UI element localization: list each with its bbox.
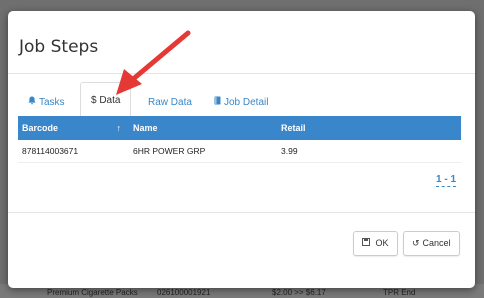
sort-ascending-icon: ↑ xyxy=(116,123,122,133)
undo-icon: ↺ xyxy=(412,238,420,248)
column-header-barcode[interactable]: Barcode ↑ xyxy=(18,116,129,140)
tab-job-detail[interactable]: Job Detail xyxy=(214,88,268,117)
column-label: Barcode xyxy=(22,123,59,133)
tab-label: Tasks xyxy=(39,97,65,108)
bell-icon xyxy=(28,88,36,117)
modal-title: Job Steps xyxy=(19,37,99,57)
background-cell: TPR End xyxy=(383,288,416,297)
background-cell: 026100001921 xyxy=(157,288,211,297)
ok-button[interactable]: OK xyxy=(353,231,398,256)
table-header-row: Barcode ↑ Name Retail xyxy=(18,116,461,140)
cell-barcode: 878114003671 xyxy=(18,140,129,163)
background-cell: Premium Cigarette Packs xyxy=(47,288,138,297)
footer-divider xyxy=(8,212,475,213)
ok-label: OK xyxy=(375,238,389,248)
column-label: Retail xyxy=(281,123,306,133)
tab-raw-data[interactable]: Raw Data xyxy=(148,88,192,117)
column-label: Name xyxy=(133,123,158,133)
cell-name: 6HR POWER GRP xyxy=(129,140,277,163)
cancel-label: Cancel xyxy=(422,238,451,248)
column-header-name[interactable]: Name xyxy=(129,116,277,140)
column-header-retail[interactable]: Retail xyxy=(277,116,461,140)
book-icon xyxy=(214,88,221,117)
pagination-link[interactable]: 1 - 1 xyxy=(436,174,457,187)
cancel-button[interactable]: ↺ Cancel xyxy=(403,231,460,256)
save-icon xyxy=(362,238,373,248)
header-divider xyxy=(8,73,475,74)
tab-label: Job Detail xyxy=(224,97,269,108)
tab-data[interactable]: $ Data xyxy=(80,82,132,119)
tab-label: $ Data xyxy=(91,95,121,106)
table-row[interactable]: 878114003671 6HR POWER GRP 3.99 xyxy=(18,140,461,163)
cell-retail: 3.99 xyxy=(277,140,461,163)
data-table: Barcode ↑ Name Retail 878114003671 6HR P… xyxy=(18,116,461,163)
tab-label: Raw Data xyxy=(148,97,192,108)
tab-tasks[interactable]: Tasks xyxy=(28,88,65,117)
background-cell: $2.00 >> $6.17 xyxy=(272,288,326,297)
